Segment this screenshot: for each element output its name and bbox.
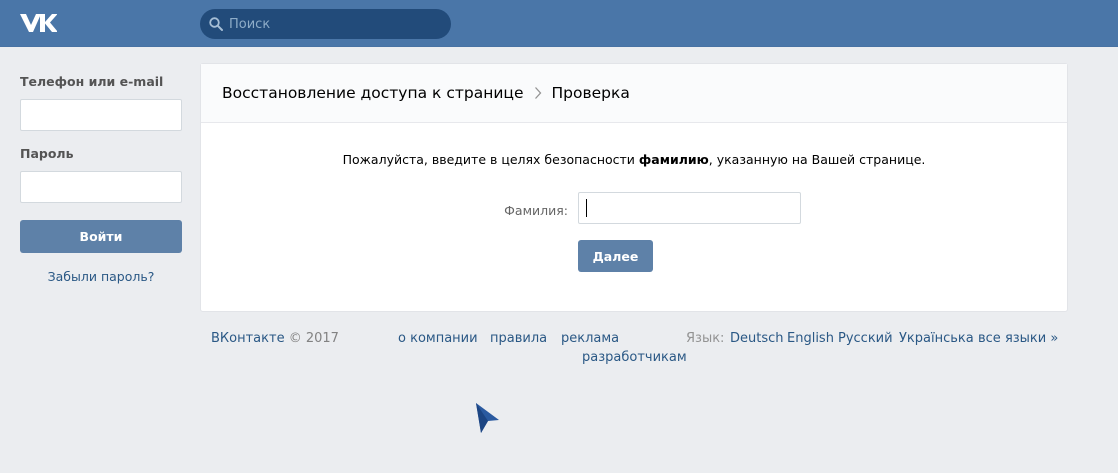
search-icon	[209, 17, 223, 31]
next-button[interactable]: Далее	[578, 240, 653, 272]
surname-label: Фамилия:	[504, 203, 568, 218]
login-input[interactable]	[20, 99, 182, 131]
footer-copyright: ВКонтакте © 2017	[211, 331, 339, 346]
forgot-password-link[interactable]: Забыли пароль?	[20, 269, 182, 284]
notice-text-bold: фамилию	[638, 152, 709, 167]
card-body: Пожалуйста, введите в целях безопасности…	[201, 123, 1067, 312]
notice-text-end: , указанную на Вашей странице.	[708, 152, 926, 167]
breadcrumb-item-check: Проверка	[551, 84, 630, 102]
text-caret	[586, 199, 587, 217]
footer-link-about[interactable]: о компании	[398, 331, 478, 346]
language-label: Язык:	[686, 331, 725, 346]
language-all[interactable]: все языки »	[978, 331, 1058, 346]
footer-link-rules[interactable]: правила	[490, 331, 547, 346]
password-label: Пароль	[20, 146, 74, 161]
password-input[interactable]	[20, 171, 182, 203]
surname-input[interactable]	[578, 192, 801, 224]
mouse-cursor-icon	[476, 403, 499, 433]
chevron-right-icon	[534, 87, 541, 99]
top-bar	[0, 0, 1118, 47]
footer-link-ads[interactable]: реклама	[561, 331, 619, 346]
vk-logo-icon[interactable]	[19, 12, 57, 34]
breadcrumb-item-recovery[interactable]: Восстановление доступа к странице	[222, 84, 524, 102]
footer-brand[interactable]: ВКонтакте	[211, 331, 285, 346]
language-ukrainian[interactable]: Українська	[899, 331, 974, 346]
language-russian[interactable]: Русский	[838, 331, 893, 346]
language-deutsch[interactable]: Deutsch	[730, 331, 784, 346]
footer: ВКонтакте © 2017 о компании правила рекл…	[0, 330, 1118, 370]
footer-link-developers[interactable]: разработчикам	[582, 350, 687, 365]
language-english[interactable]: English	[787, 331, 834, 346]
search-input[interactable]	[229, 9, 444, 39]
footer-year: © 2017	[288, 331, 339, 346]
notice-text-start: Пожалуйста, введите в целях безопасности	[342, 152, 639, 167]
recovery-card: Восстановление доступа к странице Провер…	[200, 63, 1068, 312]
security-notice: Пожалуйста, введите в целях безопасности…	[201, 152, 1067, 167]
search-box[interactable]	[200, 9, 451, 39]
login-label: Телефон или e-mail	[20, 74, 164, 89]
breadcrumb: Восстановление доступа к странице Провер…	[201, 64, 1067, 123]
login-panel: Телефон или e-mail Пароль Войти Забыли п…	[20, 62, 182, 284]
login-button[interactable]: Войти	[20, 220, 182, 253]
